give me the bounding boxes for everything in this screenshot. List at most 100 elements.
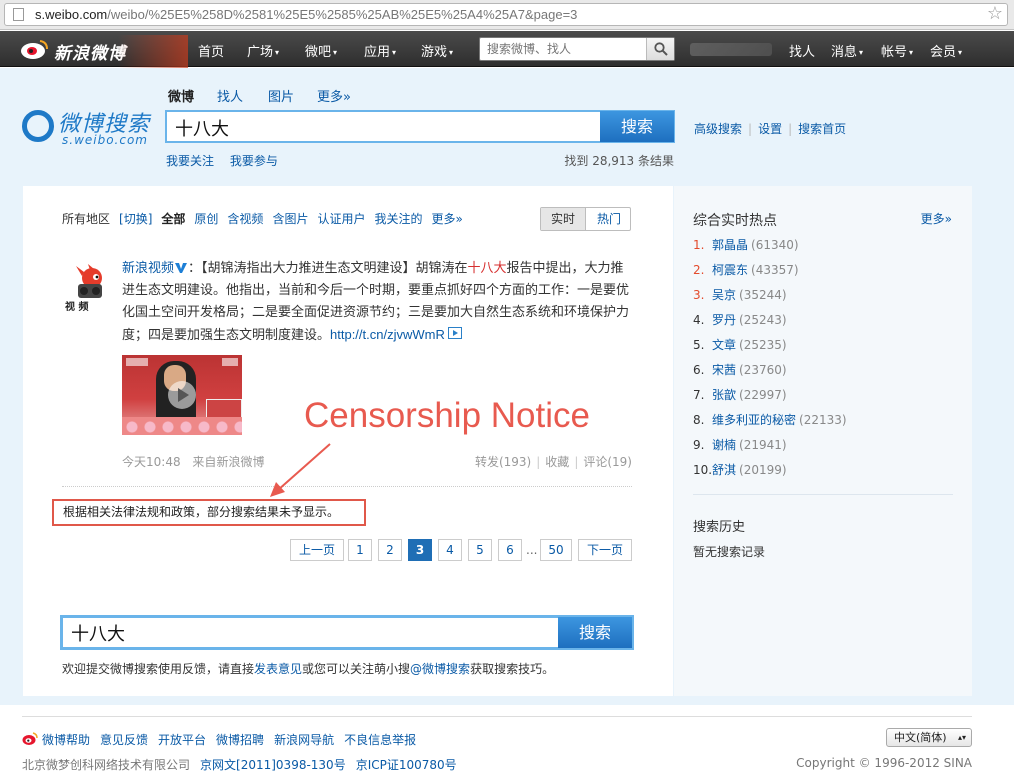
region-switch[interactable]: [切换] xyxy=(119,212,152,226)
post-source[interactable]: 新浪微博 xyxy=(216,455,264,469)
sina-weibo-logo[interactable]: 新浪微博 xyxy=(18,35,188,71)
tab-images[interactable]: 图片 xyxy=(268,86,294,105)
company-name: 北京微梦创科网络技术有限公司 xyxy=(22,758,191,772)
nav-square[interactable]: 广场 ▾ xyxy=(247,41,279,60)
footer-help[interactable]: 微博帮助 xyxy=(42,733,90,747)
nav-apps[interactable]: 应用 ▾ xyxy=(364,41,396,60)
post-author[interactable]: 新浪视频 xyxy=(122,261,174,276)
nav-find-people[interactable]: 找人 xyxy=(789,41,815,60)
tab-people[interactable]: 找人 xyxy=(217,86,243,105)
weibo-search-account-link[interactable]: @微博搜索 xyxy=(410,662,470,676)
language-select[interactable]: 中文(简体) ▴▾ xyxy=(886,728,972,747)
hot-item[interactable]: 9. 谢楠 (21941) xyxy=(693,436,953,461)
nav-account[interactable]: 帐号 ▾ xyxy=(881,41,913,60)
top-search-box xyxy=(479,37,675,61)
feedback-link[interactable]: 发表意见 xyxy=(254,662,302,676)
license-link-2[interactable]: 京ICP证100780号 xyxy=(356,758,457,772)
sort-realtime[interactable]: 实时 xyxy=(541,208,586,230)
nav-weiba[interactable]: 微吧 ▾ xyxy=(305,41,337,60)
bottom-search-input[interactable]: 十八大 xyxy=(71,620,125,646)
copyright: Copyright © 1996-2012 SINA xyxy=(796,756,972,770)
footer-feedback[interactable]: 意见反馈 xyxy=(100,733,148,747)
hot-item[interactable]: 5. 文章 (25235) xyxy=(693,336,953,361)
page-1[interactable]: 1 xyxy=(348,539,372,561)
sort-hot[interactable]: 热门 xyxy=(587,208,631,230)
forward-button[interactable]: 转发(193) xyxy=(475,455,531,469)
hot-item[interactable]: 10.舒淇 (20199) xyxy=(693,461,953,486)
nav-games[interactable]: 游戏 ▾ xyxy=(421,41,453,60)
top-search-input[interactable] xyxy=(480,38,645,60)
nav-messages[interactable]: 消息 ▾ xyxy=(831,41,863,60)
search-history-empty: 暂无搜索记录 xyxy=(693,545,766,559)
post-time[interactable]: 今天10:48 xyxy=(122,455,181,469)
result-count: 找到 28,913 条结果 xyxy=(564,154,674,168)
divider xyxy=(62,486,632,487)
chevron-down-icon: ▾ xyxy=(958,48,963,57)
post-text: 新浪视频 ：【胡锦涛指出大力推进生态文明建设】胡锦涛在十八大报告中提出，大力推进生… xyxy=(122,261,630,343)
footer-jobs[interactable]: 微博招聘 xyxy=(216,733,264,747)
participate-link[interactable]: 我要参与 xyxy=(230,154,278,168)
page-6[interactable]: 6 xyxy=(498,539,522,561)
filter-all[interactable]: 全部 xyxy=(161,212,185,226)
hot-item[interactable]: 4. 罗丹 (25243) xyxy=(693,311,953,336)
page-2[interactable]: 2 xyxy=(378,539,402,561)
page-3-current[interactable]: 3 xyxy=(408,539,432,561)
nav-member[interactable]: 会员 ▾ xyxy=(930,41,962,60)
tab-more[interactable]: 更多» xyxy=(317,86,351,105)
post-link[interactable]: http://t.cn/zjvwWmR xyxy=(330,327,445,342)
comment-button[interactable]: 评论(19) xyxy=(583,455,632,469)
filter-verified[interactable]: 认证用户 xyxy=(317,212,365,226)
search-home-link[interactable]: 搜索首页 xyxy=(798,122,846,136)
top-search-button[interactable] xyxy=(646,38,674,60)
favorite-button[interactable]: 收藏 xyxy=(545,455,569,469)
filter-following[interactable]: 我关注的 xyxy=(374,212,422,226)
feedback-text: 欢迎提交微博搜索使用反馈，请直接发表意见或您可以关注萌小搜@微博搜索获取搜索技巧… xyxy=(62,662,555,676)
video-thumbnail[interactable] xyxy=(122,355,242,435)
license-link-1[interactable]: 京网文[2011]0398-130号 xyxy=(200,758,346,772)
below-search-row: 我要关注 我要参与 找到 28,913 条结果 xyxy=(166,152,674,169)
search-icon xyxy=(654,42,668,56)
page-50[interactable]: 50 xyxy=(540,539,572,561)
keyword-highlight: 十八大 xyxy=(467,261,507,276)
next-page[interactable]: 下一页 xyxy=(578,539,632,561)
hot-more-link[interactable]: 更多» xyxy=(921,210,952,227)
main-search-button[interactable]: 搜索 xyxy=(600,111,674,142)
follow-link[interactable]: 我要关注 xyxy=(166,154,214,168)
url-text[interactable]: s.weibo.com/weibo/%25E5%258D%2581%25E5%2… xyxy=(35,7,577,22)
footer-open-platform[interactable]: 开放平台 xyxy=(158,733,206,747)
address-bar[interactable]: s.weibo.com/weibo/%25E5%258D%2581%25E5%2… xyxy=(4,3,1008,26)
hot-item[interactable]: 7. 张歆 (22997) xyxy=(693,386,953,411)
footer-navigation[interactable]: 新浪网导航 xyxy=(274,733,334,747)
settings-link[interactable]: 设置 xyxy=(758,122,782,136)
nav-home[interactable]: 首页 xyxy=(198,41,224,60)
page-5[interactable]: 5 xyxy=(468,539,492,561)
sort-toggle: 实时 热门 xyxy=(540,207,631,231)
prev-page[interactable]: 上一页 xyxy=(290,539,344,561)
chevron-down-icon: ▾ xyxy=(392,48,397,57)
page-4[interactable]: 4 xyxy=(438,539,462,561)
play-icon[interactable] xyxy=(168,381,196,409)
footer-report[interactable]: 不良信息举报 xyxy=(344,733,416,747)
video-link-icon[interactable] xyxy=(447,327,462,339)
filter-video[interactable]: 含视频 xyxy=(227,212,263,226)
tab-weibo[interactable]: 微博 xyxy=(168,86,194,105)
filter-more[interactable]: 更多» xyxy=(431,212,462,226)
filter-image[interactable]: 含图片 xyxy=(272,212,308,226)
hot-item[interactable]: 1. 郭晶晶 (61340) xyxy=(693,236,953,261)
chevron-updown-icon: ▴▾ xyxy=(957,733,966,742)
hot-item[interactable]: 2. 柯震东 (43357) xyxy=(693,261,953,286)
hot-item[interactable]: 6. 宋茜 (23760) xyxy=(693,361,953,386)
divider xyxy=(693,494,953,495)
bookmark-star-icon[interactable]: ☆ xyxy=(987,3,1003,24)
hot-item[interactable]: 8. 维多利亚的秘密 (22133) xyxy=(693,411,953,436)
main-search-box: 十八大 搜索 xyxy=(165,110,675,143)
weibo-search-logo[interactable]: 微博搜索 s.weibo.com xyxy=(22,106,162,156)
filter-original[interactable]: 原创 xyxy=(194,212,218,226)
blurred-username[interactable] xyxy=(690,43,772,56)
hot-item[interactable]: 3. 吴京 (35244) xyxy=(693,286,953,311)
bottom-search-button[interactable]: 搜索 xyxy=(558,617,632,648)
main-search-input[interactable]: 十八大 xyxy=(175,115,229,141)
censorship-notice: 根据相关法律法规和政策，部分搜索结果未予显示。 xyxy=(52,499,366,526)
advanced-search-link[interactable]: 高级搜索 xyxy=(694,122,742,136)
sina-video-avatar[interactable]: 视 频 xyxy=(62,264,112,314)
